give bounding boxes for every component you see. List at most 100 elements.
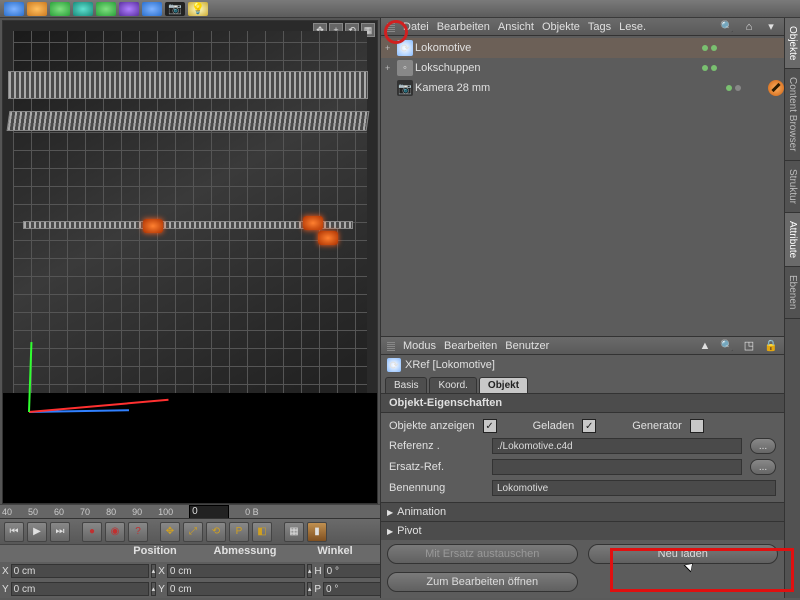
timeline-ruler[interactable]: 40 50 60 70 80 90 100 0 B <box>0 504 380 518</box>
tree-label[interactable]: Kamera 28 mm <box>415 82 724 94</box>
menu-datei[interactable]: Datei <box>403 21 429 33</box>
menu-ansicht[interactable]: Ansicht <box>498 21 534 33</box>
generator-icon[interactable] <box>73 2 93 16</box>
search-icon[interactable]: 🔍 <box>720 339 734 353</box>
go-end-button[interactable]: ⏭ <box>50 522 70 542</box>
attr-menu-benutzer[interactable]: Benutzer <box>505 340 549 352</box>
deformer-icon[interactable] <box>119 2 139 16</box>
pos-y-input[interactable] <box>11 582 149 596</box>
timeline-tick: 40 <box>2 507 12 517</box>
tree-label[interactable]: Lokomotive <box>415 42 700 54</box>
side-tab-content-browser[interactable]: Content Browser <box>785 69 800 160</box>
browse-referenz-button[interactable]: ... <box>750 438 776 454</box>
make-preview-button[interactable]: ▮ <box>307 522 327 542</box>
side-tab-attribute[interactable]: Attribute <box>785 213 800 267</box>
misc-button[interactable]: ▦ <box>284 522 304 542</box>
spinner-icon[interactable]: ▴ <box>151 582 157 596</box>
tree-item-lokomotive[interactable]: + ⟳ Lokomotive <box>381 38 784 58</box>
label-referenz: Referenz . <box>389 440 484 452</box>
tab-koord[interactable]: Koord. <box>429 377 476 393</box>
collapse-pivot[interactable]: ▶ Pivot <box>381 521 784 540</box>
collapse-animation[interactable]: ▶ Animation <box>381 502 784 521</box>
input-benennung[interactable] <box>492 480 776 496</box>
expander-icon[interactable]: + <box>385 43 395 53</box>
checkbox-generator[interactable] <box>690 419 704 433</box>
tree-label[interactable]: Lokschuppen <box>415 62 700 74</box>
perspective-viewport[interactable]: ✥ + ⟲ ▦ <box>2 20 378 504</box>
attr-menu-bearbeiten[interactable]: Bearbeiten <box>444 340 497 352</box>
expander-icon[interactable]: + <box>385 63 395 73</box>
dim-y-input[interactable] <box>167 582 305 596</box>
timeline-end-label: 0 B <box>245 507 259 517</box>
neu-laden-button[interactable]: Neu laden <box>588 544 779 564</box>
tree-item-lokschuppen[interactable]: + ◦ Lokschuppen <box>381 58 784 78</box>
record-button[interactable]: ● <box>82 522 102 542</box>
axis-label: P <box>314 584 321 595</box>
lock-icon[interactable]: 🔒 <box>764 339 778 353</box>
axis-gizmo[interactable] <box>29 323 179 413</box>
attr-row-checkboxes: Objekte anzeigen ✓ Geladen ✓ Generator <box>389 419 776 433</box>
autokey-button[interactable]: ◉ <box>105 522 125 542</box>
spline-icon[interactable] <box>27 2 47 16</box>
side-tab-ebenen[interactable]: Ebenen <box>785 267 800 318</box>
input-referenz[interactable] <box>492 438 742 454</box>
timeline-tick: 90 <box>132 507 142 517</box>
timeline-tick: 50 <box>28 507 38 517</box>
side-tab-objekte[interactable]: Objekte <box>785 18 800 69</box>
attr-menu-modus[interactable]: Modus <box>403 340 436 352</box>
noentry-tag-icon[interactable] <box>768 80 784 96</box>
light-icon[interactable]: 💡 <box>188 2 208 16</box>
mit-ersatz-button[interactable]: Mit Ersatz austauschen <box>387 544 578 564</box>
dim-x-input[interactable] <box>167 564 305 578</box>
checkbox-geladen[interactable]: ✓ <box>582 419 596 433</box>
menu-tags[interactable]: Tags <box>588 21 611 33</box>
up-arrow-icon[interactable]: ▲ <box>698 339 712 353</box>
go-start-button[interactable]: ⏮ <box>4 522 24 542</box>
funnel-icon[interactable]: ▾ <box>764 20 778 34</box>
tree-item-kamera[interactable]: 📷 Kamera 28 mm <box>381 78 784 98</box>
new-window-icon[interactable]: ◳ <box>742 339 756 353</box>
zum-bearbeiten-button[interactable]: Zum Bearbeiten öffnen <box>387 572 578 592</box>
move-key-icon[interactable]: ✥ <box>160 522 180 542</box>
tab-basis[interactable]: Basis <box>385 377 427 393</box>
menu-objekte[interactable]: Objekte <box>542 21 580 33</box>
timeline-tick: 100 <box>158 507 173 517</box>
cube-icon[interactable] <box>4 2 24 16</box>
label-geladen: Geladen <box>533 420 575 432</box>
browse-ersatz-button[interactable]: ... <box>750 459 776 475</box>
label-objekte-anzeigen: Objekte anzeigen <box>389 420 475 432</box>
object-tree[interactable]: + ⟳ Lokomotive + ◦ Lokschuppen 📷 Kamer <box>381 36 784 336</box>
param-key-icon[interactable]: P <box>229 522 249 542</box>
rotate-key-icon[interactable]: ⟲ <box>206 522 226 542</box>
spinner-icon[interactable]: ▴ <box>151 564 157 578</box>
scene-beam <box>8 71 368 99</box>
tab-objekt[interactable]: Objekt <box>479 377 528 393</box>
camera-icon: 📷 <box>397 80 413 96</box>
menu-lese[interactable]: Lese. <box>619 21 646 33</box>
checkbox-objekte-anzeigen[interactable]: ✓ <box>483 419 497 433</box>
grip-icon[interactable] <box>387 341 395 351</box>
nurbs-icon[interactable] <box>50 2 70 16</box>
home-icon[interactable]: ⌂ <box>742 20 756 34</box>
play-button[interactable]: ▶ <box>27 522 47 542</box>
attr-row-ersatz: Ersatz-Ref. ... <box>389 459 776 475</box>
spinner-icon[interactable]: ▴ <box>307 564 313 578</box>
input-ersatz[interactable] <box>492 459 742 475</box>
object-manager-menubar: Datei Bearbeiten Ansicht Objekte Tags Le… <box>381 18 784 36</box>
grip-icon[interactable] <box>387 22 395 32</box>
side-tab-struktur[interactable]: Struktur <box>785 161 800 213</box>
menu-bearbeiten[interactable]: Bearbeiten <box>437 21 490 33</box>
array-icon[interactable] <box>96 2 116 16</box>
scale-key-icon[interactable]: ⤢ <box>183 522 203 542</box>
search-icon[interactable]: 🔍 <box>720 20 734 34</box>
pla-key-icon[interactable]: ◧ <box>252 522 272 542</box>
coords-header-angle: Winkel <box>290 545 380 562</box>
camera-icon[interactable]: 📷 <box>165 2 185 16</box>
label-pivot: Pivot <box>397 525 421 537</box>
frame-start-input[interactable] <box>189 505 229 519</box>
keyframe-button[interactable]: ? <box>128 522 148 542</box>
scene-light <box>143 219 163 233</box>
spinner-icon[interactable]: ▴ <box>307 582 313 596</box>
pos-x-input[interactable] <box>11 564 149 578</box>
environment-icon[interactable] <box>142 2 162 16</box>
